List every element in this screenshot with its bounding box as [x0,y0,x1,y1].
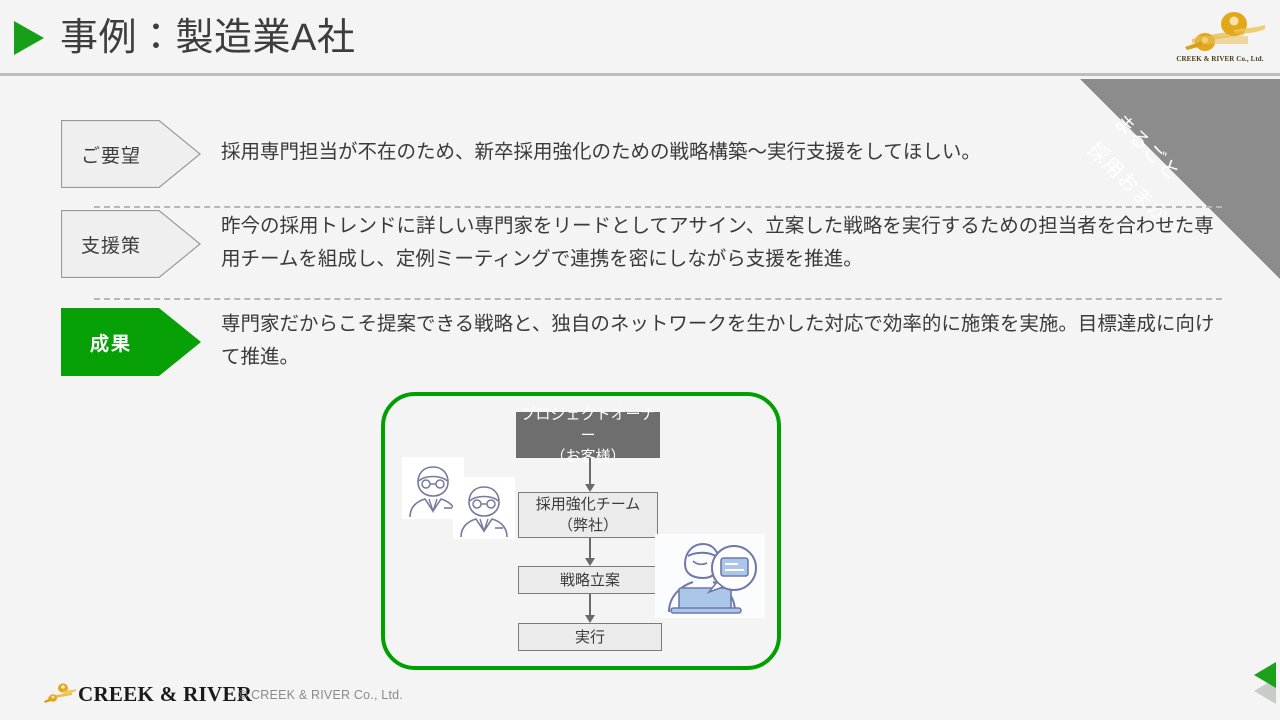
flow-box-line-1: プロジェクトオーナー [520,405,656,444]
person-at-laptop-icon [655,534,765,618]
row-support: 支援策 昨今の採用トレンドに詳しい専門家をリードとしてアサイン、立案した戦略を実… [0,210,1280,300]
row-label-chevron-result: 成果 [61,308,201,376]
slide-footer: CREEK & RIVER © CREEK & RIVER Co., Ltd. [0,662,1280,720]
flow-box-strategy-planning: 戦略立案 [518,566,662,594]
row-label-chevron-request: ご要望 [61,120,201,188]
flow-box-line-1: 戦略立案 [559,571,620,589]
row-text-result: 専門家だからこそ提案できる戦略と、独自のネットワークを生かした対応で効率的に施策… [221,313,1215,368]
flow-box-execution: 実行 [518,623,662,651]
header-logo: CREEK & RIVER Co., Ltd. [1172,8,1268,64]
flow-box-line-1: 採用強化チーム [535,496,641,513]
row-label-request: ご要望 [80,145,141,167]
flow-arrow-icon [585,538,595,566]
row-text-request: 採用専門担当が不在のため、新卒採用強化のための戦略構築〜実行支援をしてほしい。 [221,141,981,163]
logo-caption: CREEK & RIVER Co., Ltd. [1176,55,1264,63]
play-triangle-icon [14,21,44,55]
prev-arrow-icon[interactable] [1254,662,1276,688]
creek-river-mark-icon [1185,12,1265,51]
slide-header: 事例：製造業A社 CREEK & RIVER Co., Ltd. [0,0,1280,76]
row-label-result: 成果 [89,333,132,355]
row-divider-1 [94,206,1222,208]
row-text-support: 昨今の採用トレンドに詳しい専門家をリードとしてアサイン、立案した戦略を実行するた… [221,215,1214,270]
page-title: 事例：製造業A社 [60,17,356,59]
creek-river-mark-icon [44,683,76,703]
slide-nav-arrows[interactable] [1246,662,1280,706]
flow-box-line-2: （弊社） [557,517,618,534]
flow-arrow-icon [585,458,595,492]
flow-arrow-icon [585,594,595,623]
business-person-icon [453,477,515,539]
footer-copyright: © CREEK & RIVER Co., Ltd. [238,688,403,702]
footer-brand: CREEK & RIVER [78,682,253,706]
row-label-support: 支援策 [80,235,141,257]
row-divider-2 [94,298,1222,300]
flow-box-line-1: 実行 [574,628,605,646]
flow-box-project-owner: プロジェクトオーナー （お客様） [516,406,660,465]
row-label-chevron-support: 支援策 [61,210,201,278]
flow-box-recruiting-team: 採用強化チーム （弊社） [518,492,658,538]
row-request: ご要望 採用専門担当が不在のため、新卒採用強化のための戦略構築〜実行支援をしてほ… [0,120,1280,200]
row-result: 成果 専門家だからこそ提案できる戦略と、独自のネットワークを生かした対応で効率的… [0,308,1280,388]
